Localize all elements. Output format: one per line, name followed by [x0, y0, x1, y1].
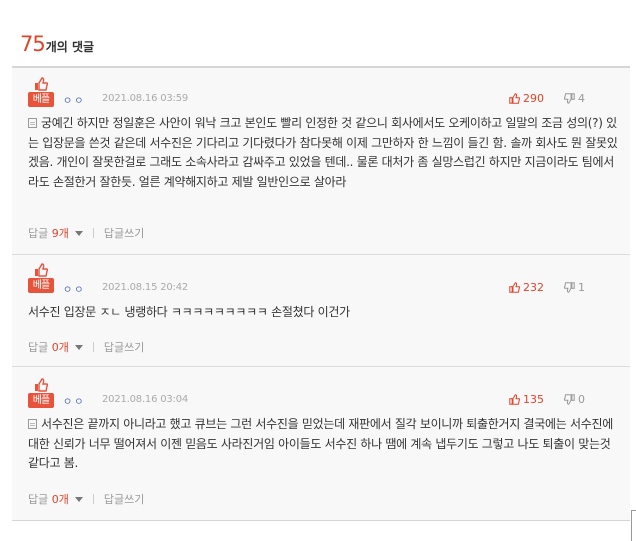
scrollbar[interactable]: [631, 510, 636, 541]
write-reply-button[interactable]: 답글쓰기: [104, 491, 144, 507]
comment-date: 2021.08.15 20:42: [102, 282, 189, 293]
thumb-down-icon: [564, 394, 575, 405]
thumb-up-icon: [509, 394, 520, 405]
comment-date: 2021.08.16 03:59: [102, 93, 189, 104]
comment-text: 궁예긴 하지만 정일훈은 사안이 워낙 크고 본인도 빨리 인정한 것 같으니 …: [28, 116, 618, 189]
thumb-up-icon: [35, 77, 48, 91]
best-label: 베플: [28, 278, 54, 293]
dislike-count: 1: [578, 281, 585, 294]
comment-date: 2021.08.16 03:04: [102, 394, 189, 405]
dislike-button[interactable]: 1: [564, 281, 585, 294]
comment-body: 궁예긴 하지만 정일훈은 사안이 워낙 크고 본인도 빨리 인정한 것 같으니 …: [28, 114, 620, 192]
comment-author[interactable]: ㅇㅇ: [63, 393, 85, 408]
divider: [92, 494, 94, 504]
dislike-count: 0: [578, 393, 585, 406]
reply-toggle[interactable]: 답글 9개 답글쓰기: [28, 225, 144, 241]
comment-author[interactable]: ㅇㅇ: [63, 92, 85, 107]
comment-body: 서수진은 끝까지 아니라고 했고 큐브는 그런 서수진을 믿었는데 재판에서 질…: [28, 415, 620, 474]
best-label: 베플: [28, 92, 54, 107]
best-comment-badge: 베플: [28, 378, 54, 410]
dislike-button[interactable]: 4: [564, 92, 585, 105]
best-comment-badge: 베플: [28, 263, 54, 295]
write-reply-button[interactable]: 답글쓰기: [104, 225, 144, 241]
document-icon: [28, 419, 37, 429]
thumb-up-icon: [35, 378, 48, 392]
thumb-down-icon: [564, 93, 575, 104]
dislike-count: 4: [578, 92, 585, 105]
reply-toggle[interactable]: 답글 0개 답글쓰기: [28, 339, 144, 355]
divider: [92, 342, 94, 352]
comment-author[interactable]: ㅇㅇ: [63, 281, 85, 296]
write-reply-button[interactable]: 답글쓰기: [104, 339, 144, 355]
caret-down-icon: [74, 344, 83, 350]
comment-list: 베플 ㅇㅇ 2021.08.16 03:59 290 4 궁예긴 하지만 정일훈…: [12, 66, 630, 521]
comment-text: 서수진은 끝까지 아니라고 했고 큐브는 그런 서수진을 믿었는데 재판에서 질…: [28, 417, 613, 470]
thumb-up-icon: [509, 282, 520, 293]
caret-down-icon: [74, 496, 83, 502]
comment-item: 베플 ㅇㅇ 2021.08.16 03:59 290 4 궁예긴 하지만 정일훈…: [12, 68, 630, 254]
best-comment-badge: 베플: [28, 77, 54, 109]
thumb-up-icon: [509, 93, 520, 104]
like-count: 135: [523, 393, 544, 406]
reply-count: 0개: [51, 341, 69, 354]
thumb-up-icon: [35, 263, 48, 277]
like-button[interactable]: 232: [509, 281, 544, 294]
reply-count: 0개: [51, 493, 69, 506]
like-button[interactable]: 135: [509, 393, 544, 406]
like-count: 290: [523, 92, 544, 105]
document-icon: [28, 118, 37, 128]
comment-count-header: 75 개의 댓글: [20, 32, 94, 58]
comment-item: 베플 ㅇㅇ 2021.08.15 20:42 232 1 서수진 입장문 ㅈㄴ …: [12, 255, 630, 366]
reply-label: 답글: [28, 227, 49, 240]
like-count: 232: [523, 281, 544, 294]
dislike-button[interactable]: 0: [564, 393, 585, 406]
thumb-down-icon: [564, 282, 575, 293]
reply-count: 9개: [51, 227, 69, 240]
comment-text: 서수진 입장문 ㅈㄴ 냉랭하다 ㅋㅋㅋㅋㅋㅋㅋㅋㅋ 손절쳤다 이건가: [28, 305, 350, 319]
divider: [92, 228, 94, 238]
comment-count: 75: [20, 32, 46, 56]
caret-down-icon: [74, 230, 83, 236]
best-label: 베플: [28, 393, 54, 408]
comment-count-label: 개의 댓글: [45, 40, 95, 54]
comment-item: 베플 ㅇㅇ 2021.08.16 03:04 135 0 서수진은 끝까지 아니…: [12, 367, 630, 520]
reply-label: 답글: [28, 341, 49, 354]
reply-label: 답글: [28, 493, 49, 506]
like-button[interactable]: 290: [509, 92, 544, 105]
comment-body: 서수진 입장문 ㅈㄴ 냉랭하다 ㅋㅋㅋㅋㅋㅋㅋㅋㅋ 손절쳤다 이건가: [28, 303, 620, 323]
reply-toggle[interactable]: 답글 0개 답글쓰기: [28, 491, 144, 507]
